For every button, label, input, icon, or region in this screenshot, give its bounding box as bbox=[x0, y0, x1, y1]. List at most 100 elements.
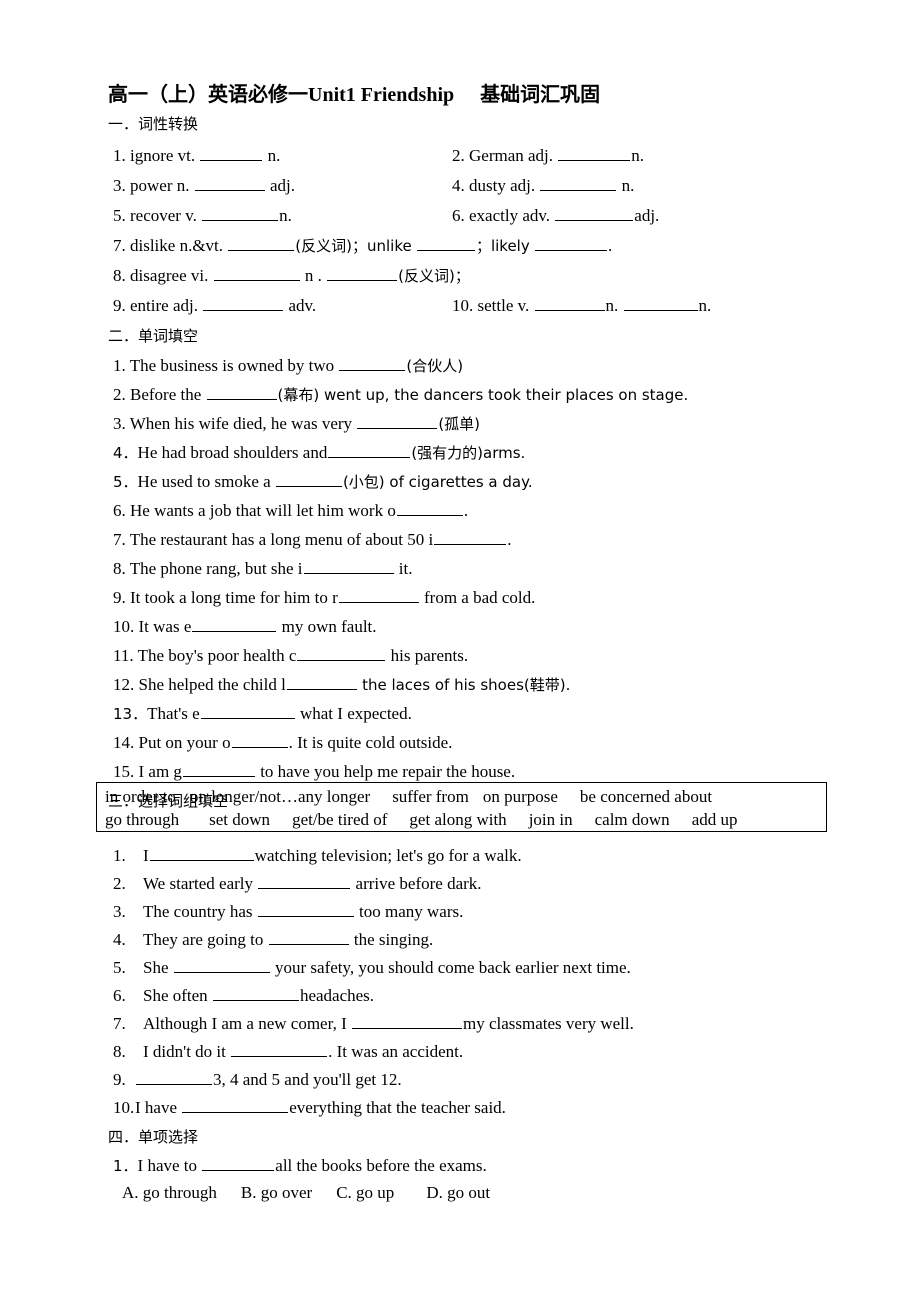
item-text: I am g bbox=[138, 762, 182, 781]
phrase-item[interactable]: calm down bbox=[595, 810, 670, 829]
answer-blank[interactable] bbox=[192, 617, 277, 632]
item-number: 9. bbox=[113, 588, 130, 607]
answer-blank[interactable] bbox=[203, 296, 284, 311]
answer-blank[interactable] bbox=[327, 266, 398, 281]
answer-blank[interactable] bbox=[297, 646, 386, 661]
item-hint: 3, 4 and 5 and you'll get 12. bbox=[213, 1070, 402, 1089]
section-header-one: 一．词性转换 bbox=[108, 115, 199, 133]
item-3-10: 10.I have everything that the teacher sa… bbox=[113, 1098, 506, 1116]
phrase-item[interactable]: on longer/not…any longer bbox=[190, 787, 370, 806]
item-hint: his parents. bbox=[390, 646, 469, 665]
answer-blank[interactable] bbox=[258, 874, 351, 889]
answer-blank[interactable] bbox=[416, 236, 475, 251]
section-header-four: 四．单项选择 bbox=[108, 1128, 199, 1146]
item-number: 4. bbox=[113, 930, 126, 949]
item-number: 7. bbox=[113, 236, 130, 255]
item-hint: too many wars. bbox=[359, 902, 464, 921]
item-3-7: 7. Although I am a new comer, I my classm… bbox=[113, 1014, 634, 1032]
item-number: 2. bbox=[113, 385, 130, 404]
item-hint: all the books before the exams. bbox=[275, 1156, 487, 1175]
answer-blank[interactable] bbox=[338, 588, 419, 603]
choice-option-a[interactable]: A. go through bbox=[122, 1183, 217, 1202]
answer-blank[interactable] bbox=[339, 356, 406, 371]
phrase-bank-row-1: in order to on longer/not…any longer suffe… bbox=[105, 787, 712, 807]
item-tail: (反义词)；unlike bbox=[295, 237, 412, 255]
answer-blank[interactable] bbox=[212, 986, 299, 1001]
answer-blank[interactable] bbox=[357, 414, 438, 429]
phrase-item[interactable]: set down bbox=[209, 810, 270, 829]
answer-blank[interactable] bbox=[351, 1014, 462, 1029]
answer-blank[interactable] bbox=[149, 846, 254, 861]
answer-blank[interactable] bbox=[173, 958, 270, 973]
item-tail: n. bbox=[605, 296, 619, 315]
answer-blank[interactable] bbox=[558, 146, 631, 161]
answer-blank[interactable] bbox=[228, 236, 295, 251]
answer-blank[interactable] bbox=[231, 733, 288, 748]
phrase-item[interactable]: suffer from bbox=[392, 787, 469, 806]
answer-blank[interactable] bbox=[275, 472, 342, 487]
item-number: 3. bbox=[113, 176, 130, 195]
item-number: 3. bbox=[113, 414, 130, 433]
answer-blank[interactable] bbox=[231, 1042, 328, 1057]
phrase-bank-box: in order to on longer/not…any longer suffe… bbox=[96, 782, 827, 832]
item-1-5: 5. recover v. n. bbox=[113, 206, 292, 224]
item-number: 8. bbox=[113, 1042, 126, 1061]
item-3-3: 3. The country has too many wars. bbox=[113, 902, 463, 920]
answer-blank[interactable] bbox=[303, 559, 394, 574]
item-text: It was e bbox=[138, 617, 192, 636]
answer-blank[interactable] bbox=[534, 296, 605, 311]
item-text: Before the bbox=[130, 385, 202, 404]
answer-blank[interactable] bbox=[623, 296, 698, 311]
phrase-item[interactable]: in order to bbox=[105, 787, 176, 806]
answer-blank[interactable] bbox=[136, 1070, 212, 1085]
answer-blank[interactable] bbox=[182, 1098, 289, 1113]
item-text: They are going to bbox=[143, 930, 264, 949]
phrase-item[interactable]: get along with bbox=[409, 810, 506, 829]
item-hint: (强有力的)arms. bbox=[411, 444, 526, 462]
answer-blank[interactable] bbox=[534, 236, 607, 251]
item-number: 10. bbox=[452, 296, 478, 315]
item-hint: (小包) of cigarettes a day. bbox=[342, 473, 533, 491]
item-number: 7. bbox=[113, 1014, 126, 1033]
item-number: 4． bbox=[113, 444, 138, 462]
phrase-item[interactable]: get/be tired of bbox=[292, 810, 387, 829]
item-tail: n. bbox=[267, 146, 281, 165]
choice-option-d[interactable]: D. go out bbox=[426, 1183, 490, 1202]
answer-blank[interactable] bbox=[200, 704, 295, 719]
answer-blank[interactable] bbox=[202, 1156, 275, 1171]
item-number: 8. bbox=[113, 559, 130, 578]
answer-blank[interactable] bbox=[268, 930, 349, 945]
item-text: The boy's poor health c bbox=[137, 646, 297, 665]
item-tail: n . bbox=[304, 266, 322, 285]
item-number: 5. bbox=[113, 206, 130, 225]
phrase-item[interactable]: add up bbox=[692, 810, 738, 829]
answer-blank[interactable] bbox=[396, 501, 463, 516]
item-hint: headaches. bbox=[299, 986, 375, 1005]
phrase-item[interactable]: go through bbox=[105, 810, 179, 829]
answer-blank[interactable] bbox=[182, 762, 255, 777]
item-text: She helped the child l bbox=[138, 675, 286, 694]
item-hint: (孤单) bbox=[438, 415, 481, 433]
answer-blank[interactable] bbox=[540, 176, 617, 191]
choice-option-b[interactable]: B. go over bbox=[241, 1183, 312, 1202]
answer-blank[interactable] bbox=[286, 675, 357, 690]
phrase-item[interactable]: join in bbox=[529, 810, 573, 829]
answer-blank[interactable] bbox=[555, 206, 634, 221]
item-hint: my own fault. bbox=[281, 617, 377, 636]
item-number: 6. bbox=[113, 986, 126, 1005]
answer-blank[interactable] bbox=[200, 146, 263, 161]
answer-blank[interactable] bbox=[202, 206, 279, 221]
item-number: 13． bbox=[113, 705, 148, 723]
answer-blank[interactable] bbox=[257, 902, 354, 917]
item-text: She often bbox=[143, 986, 208, 1005]
answer-blank[interactable] bbox=[206, 385, 277, 400]
phrase-item[interactable]: on purpose bbox=[483, 787, 558, 806]
answer-blank[interactable] bbox=[434, 530, 507, 545]
phrase-item[interactable]: be concerned about bbox=[580, 787, 712, 806]
item-number: 1. bbox=[113, 356, 130, 375]
answer-blank[interactable] bbox=[328, 443, 411, 458]
choice-option-c[interactable]: C. go up bbox=[336, 1183, 394, 1202]
item-word: dusty adj. bbox=[469, 176, 536, 195]
answer-blank[interactable] bbox=[194, 176, 265, 191]
answer-blank[interactable] bbox=[213, 266, 300, 281]
